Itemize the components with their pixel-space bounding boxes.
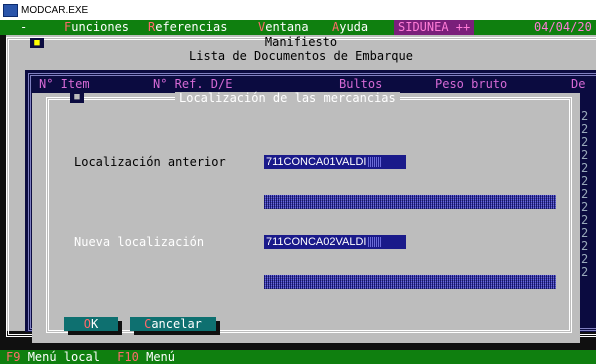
col-bultos[interactable]: Bultos: [339, 77, 382, 92]
menu-referencias[interactable]: Referencias: [148, 20, 227, 35]
cancel-button[interactable]: Cancelar: [130, 317, 216, 331]
app-icon: [3, 3, 18, 17]
window-title: MODCAR.EXE: [21, 4, 89, 16]
f10-label[interactable]: Menú: [146, 350, 175, 364]
col-peso[interactable]: Peso bruto: [435, 77, 507, 92]
menu-ventana-label: entana: [265, 20, 309, 34]
cancel-label: ancelar: [151, 317, 202, 331]
list-header: N° Item N° Ref. D/E Bultos Peso bruto De: [25, 77, 596, 92]
field-fill-pattern: [367, 157, 382, 168]
digit: 2: [581, 265, 589, 279]
new-location-extra-field[interactable]: [264, 275, 556, 289]
console-area: - Funciones Referencias Ventana Ayuda SI…: [0, 20, 596, 364]
new-location-label: Nueva localización: [74, 235, 205, 249]
f9-key: F9: [6, 350, 21, 364]
menu-referencias-label: eferencias: [155, 20, 228, 34]
new-location-value: 711CONCA02VALDI: [266, 236, 367, 248]
field-fill-pattern: [367, 237, 382, 248]
dialog-frame: [46, 97, 572, 333]
app-window: MODCAR.EXE - Funciones Referencias Venta…: [0, 0, 596, 364]
system-badge: SIDUNEA ++: [394, 20, 475, 35]
window-titlebar[interactable]: MODCAR.EXE: [0, 0, 596, 20]
menu-bar: - Funciones Referencias Ventana Ayuda SI…: [0, 20, 596, 35]
col-de[interactable]: De: [571, 77, 585, 92]
f10-key: F10: [117, 350, 139, 364]
right-column-digits: 2 2 2 2 2 2 2 2 2 2 2 2 2: [581, 110, 596, 279]
dialog-title: Localización de las mercancias: [175, 92, 400, 105]
ok-hotkey: O: [83, 317, 91, 331]
menu-dash: -: [20, 20, 28, 34]
col-ref[interactable]: N° Ref. D/E: [153, 77, 232, 92]
menu-ayuda-label: yuda: [339, 20, 369, 34]
ok-label: K: [91, 317, 99, 331]
prev-location-extra-field[interactable]: [264, 195, 556, 209]
menu-ventana[interactable]: Ventana: [258, 20, 309, 35]
col-item[interactable]: N° Item: [39, 77, 90, 92]
manifest-title: Manifiesto: [264, 35, 338, 49]
menu-funciones-label: unciones: [71, 20, 130, 34]
status-bar: F9 Menú local F10 Menú: [0, 350, 596, 364]
menu-ayuda[interactable]: Ayuda: [332, 20, 368, 35]
new-location-field[interactable]: 711CONCA02VALDI: [264, 235, 406, 249]
date-display: 04/04/20: [534, 20, 592, 34]
ok-button[interactable]: OK: [64, 317, 118, 331]
location-dialog: ■ Localización de las mercancias Localiz…: [32, 91, 580, 343]
dialog-close-icon[interactable]: ■: [70, 91, 84, 103]
prev-location-field[interactable]: 711CONCA01VALDI: [264, 155, 406, 169]
f9-label[interactable]: Menú local: [28, 350, 100, 364]
menu-funciones[interactable]: Funciones: [64, 20, 129, 35]
prev-location-value: 711CONCA01VALDI: [266, 156, 367, 168]
manifest-subtitle: Lista de Documentos de Embarque: [189, 49, 413, 63]
prev-location-label: Localización anterior: [74, 155, 226, 169]
